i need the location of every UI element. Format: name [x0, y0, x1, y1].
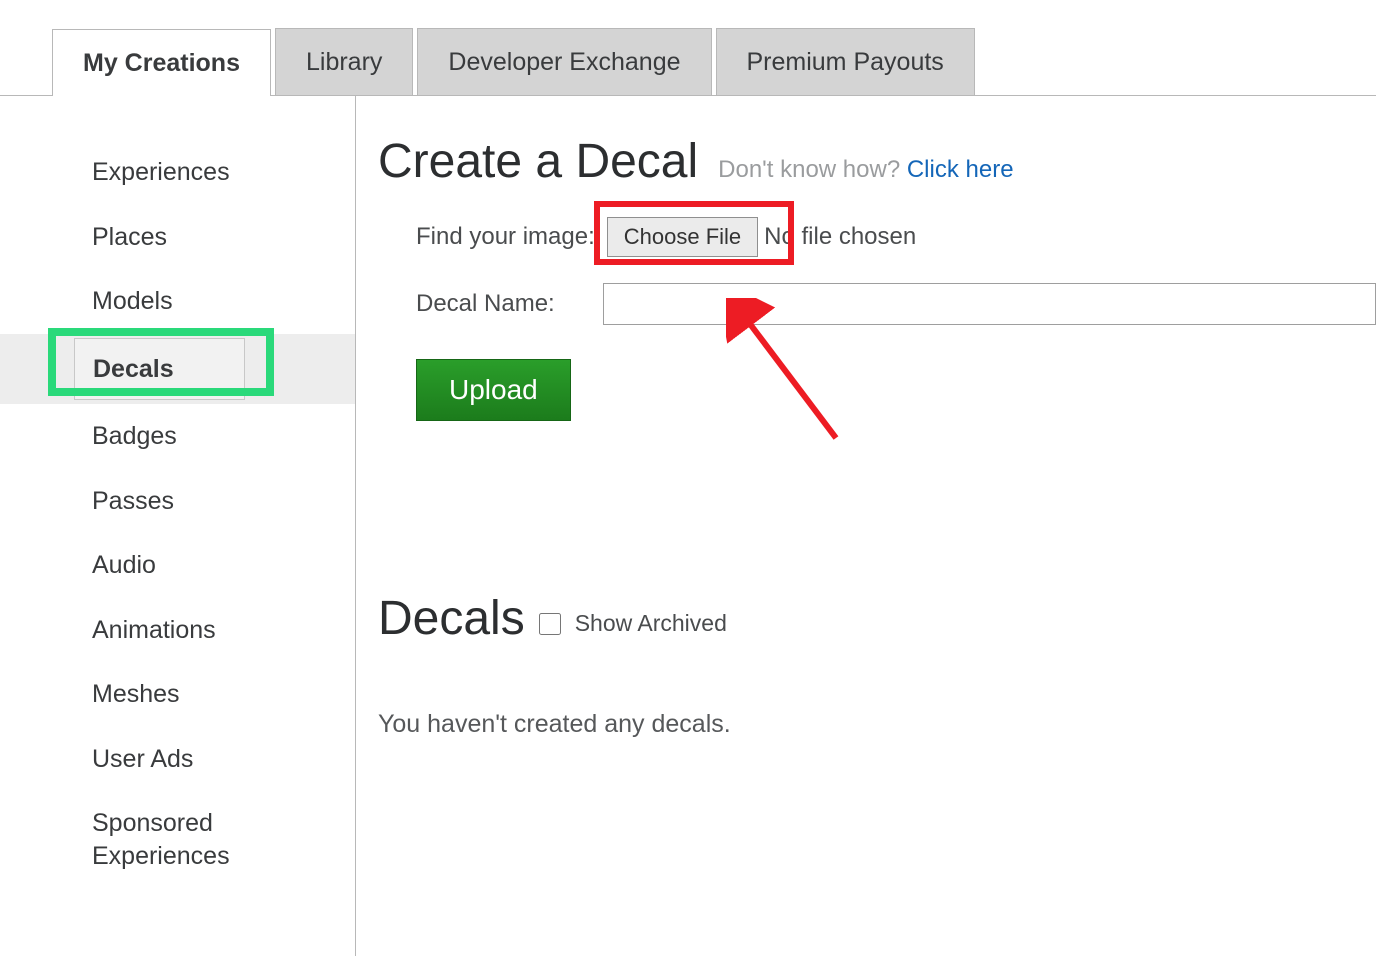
sidebar-item-label: Decals: [74, 338, 245, 401]
sidebar-item-models[interactable]: Models: [0, 269, 355, 334]
show-archived-checkbox[interactable]: [539, 613, 561, 635]
tab-library[interactable]: Library: [275, 28, 413, 95]
sidebar-item-animations[interactable]: Animations: [0, 598, 355, 663]
sidebar-item-experiences[interactable]: Experiences: [0, 140, 355, 205]
upload-button[interactable]: Upload: [416, 359, 571, 421]
decal-name-label: Decal Name:: [416, 290, 555, 318]
hint-prefix: Don't know how?: [718, 156, 907, 183]
sidebar-item-audio[interactable]: Audio: [0, 533, 355, 598]
file-status-text: No file chosen: [764, 223, 916, 251]
sidebar-item-passes[interactable]: Passes: [0, 469, 355, 534]
hint-text: Don't know how? Click here: [718, 156, 1013, 184]
sidebar-item-user-ads[interactable]: User Ads: [0, 727, 355, 792]
tab-my-creations[interactable]: My Creations: [52, 29, 271, 96]
choose-file-button[interactable]: Choose File: [607, 217, 758, 257]
sidebar-item-meshes[interactable]: Meshes: [0, 662, 355, 727]
decal-name-input[interactable]: [603, 283, 1376, 325]
tab-premium-payouts[interactable]: Premium Payouts: [716, 28, 975, 95]
sidebar-item-places[interactable]: Places: [0, 205, 355, 270]
sidebar-item-decals[interactable]: Decals: [0, 334, 355, 405]
show-archived-label: Show Archived: [575, 610, 727, 637]
tab-bar: My Creations Library Developer Exchange …: [0, 0, 1376, 96]
hint-link[interactable]: Click here: [907, 156, 1014, 183]
find-image-label: Find your image:: [416, 223, 595, 251]
sidebar: Experiences Places Models Decals Badges …: [0, 96, 356, 956]
find-image-row: Find your image: Choose File No file cho…: [416, 217, 1376, 257]
create-decal-title: Create a Decal: [378, 134, 698, 189]
empty-decals-message: You haven't created any decals.: [378, 710, 1376, 739]
sidebar-item-sponsored-experiences[interactable]: Sponsored Experiences: [0, 791, 355, 888]
sidebar-item-badges[interactable]: Badges: [0, 404, 355, 469]
decal-name-row: Decal Name:: [416, 283, 1376, 325]
main-content: Create a Decal Don't know how? Click her…: [356, 96, 1376, 956]
decals-list-title: Decals: [378, 591, 525, 646]
decals-list-section: Decals Show Archived You haven't created…: [378, 591, 1376, 739]
tab-developer-exchange[interactable]: Developer Exchange: [417, 28, 711, 95]
